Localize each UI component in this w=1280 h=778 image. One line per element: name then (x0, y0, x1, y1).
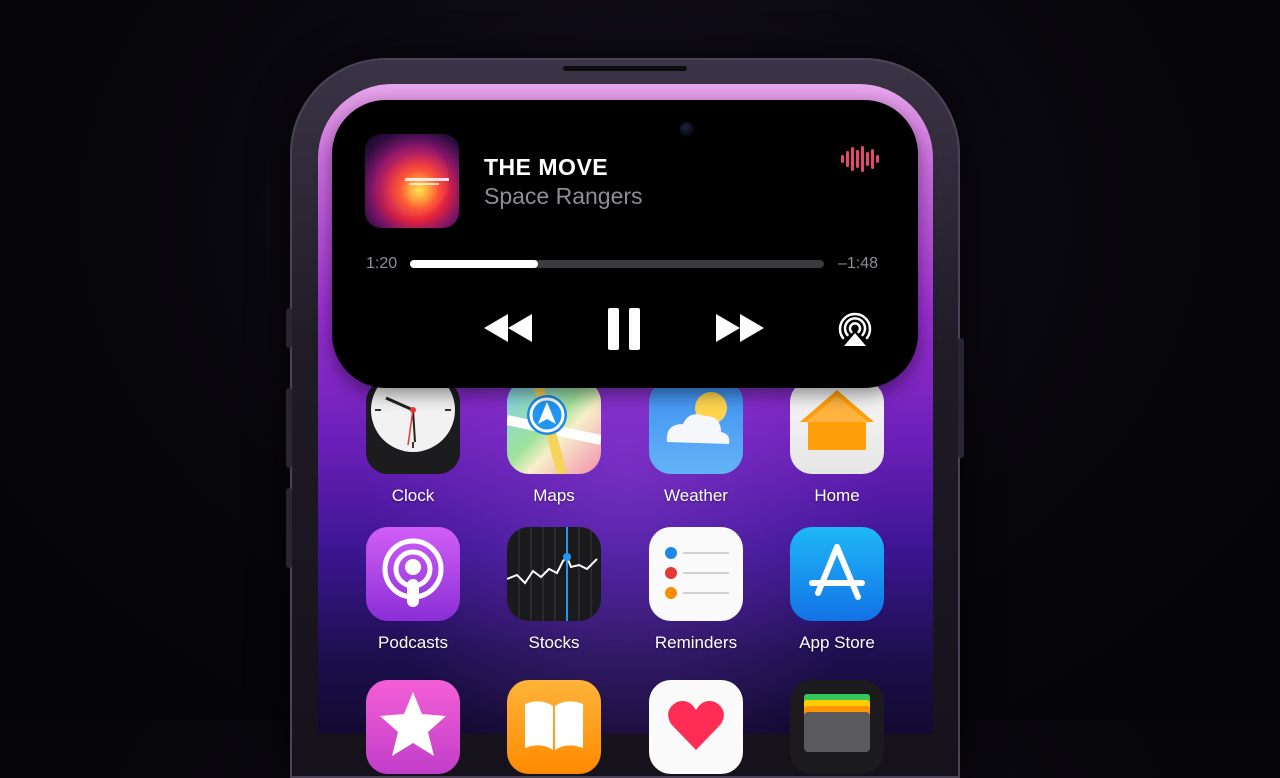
app-reminders[interactable]: Reminders (636, 527, 756, 653)
app-health[interactable] (636, 680, 756, 774)
fast-forward-icon (716, 314, 764, 342)
wallet-icon (790, 680, 884, 774)
elapsed-time: 1:20 (366, 255, 398, 272)
app-label: Maps (533, 486, 575, 505)
app-label: Stocks (528, 633, 580, 652)
home-icon (790, 380, 884, 474)
airplay-icon (838, 312, 872, 346)
fast-forward-button[interactable] (714, 310, 766, 346)
playback-progress (410, 260, 539, 268)
app-label: App Store (799, 633, 875, 652)
album-artwork-text (409, 183, 439, 185)
app-label: Reminders (654, 633, 738, 652)
app-weather[interactable]: Weather (636, 380, 756, 506)
itunes-store-icon (366, 680, 460, 774)
remaining-time: –1:48 (838, 255, 879, 272)
app-stocks[interactable]: Stocks (494, 527, 614, 653)
app-itunes-store[interactable] (353, 680, 473, 774)
speaker-slot (563, 66, 687, 71)
app-home[interactable]: Home (777, 380, 897, 506)
album-artwork-text (405, 178, 449, 181)
app-app-store[interactable]: App Store (777, 527, 897, 653)
health-icon (649, 680, 743, 774)
artist-name: Space Rangers (484, 183, 643, 209)
side-button (958, 338, 964, 458)
dynamic-island-now-playing[interactable]: THE MOVE Space Rangers 1:20 –1:48 (332, 100, 918, 388)
playback-scrubber[interactable] (410, 260, 824, 268)
pause-icon (608, 308, 640, 350)
app-store-icon (790, 527, 884, 621)
audio-waveform-icon (841, 146, 879, 172)
action-button (286, 308, 292, 348)
books-icon (507, 680, 601, 774)
app-maps[interactable]: Maps (494, 380, 614, 506)
clock-icon (366, 380, 460, 474)
reminders-icon (649, 527, 743, 621)
app-wallet[interactable] (777, 680, 897, 774)
app-label: Podcasts (378, 633, 448, 652)
podcasts-icon (366, 527, 460, 621)
front-camera (680, 122, 694, 136)
rewind-icon (484, 314, 532, 342)
weather-icon (649, 380, 743, 474)
airplay-button[interactable] (836, 311, 874, 349)
app-label: Home (814, 486, 860, 505)
stocks-icon (507, 527, 601, 621)
maps-icon (507, 380, 601, 474)
album-artwork[interactable] (365, 134, 459, 228)
song-title: THE MOVE (484, 154, 609, 180)
app-clock[interactable]: Clock (353, 380, 473, 506)
volume-down-button (286, 488, 292, 568)
app-label: Weather (664, 486, 728, 505)
pause-button[interactable] (606, 306, 642, 352)
app-books[interactable] (494, 680, 614, 774)
volume-up-button (286, 388, 292, 468)
rewind-button[interactable] (482, 310, 534, 346)
app-podcasts[interactable]: Podcasts (353, 527, 473, 653)
app-label: Clock (391, 486, 435, 505)
